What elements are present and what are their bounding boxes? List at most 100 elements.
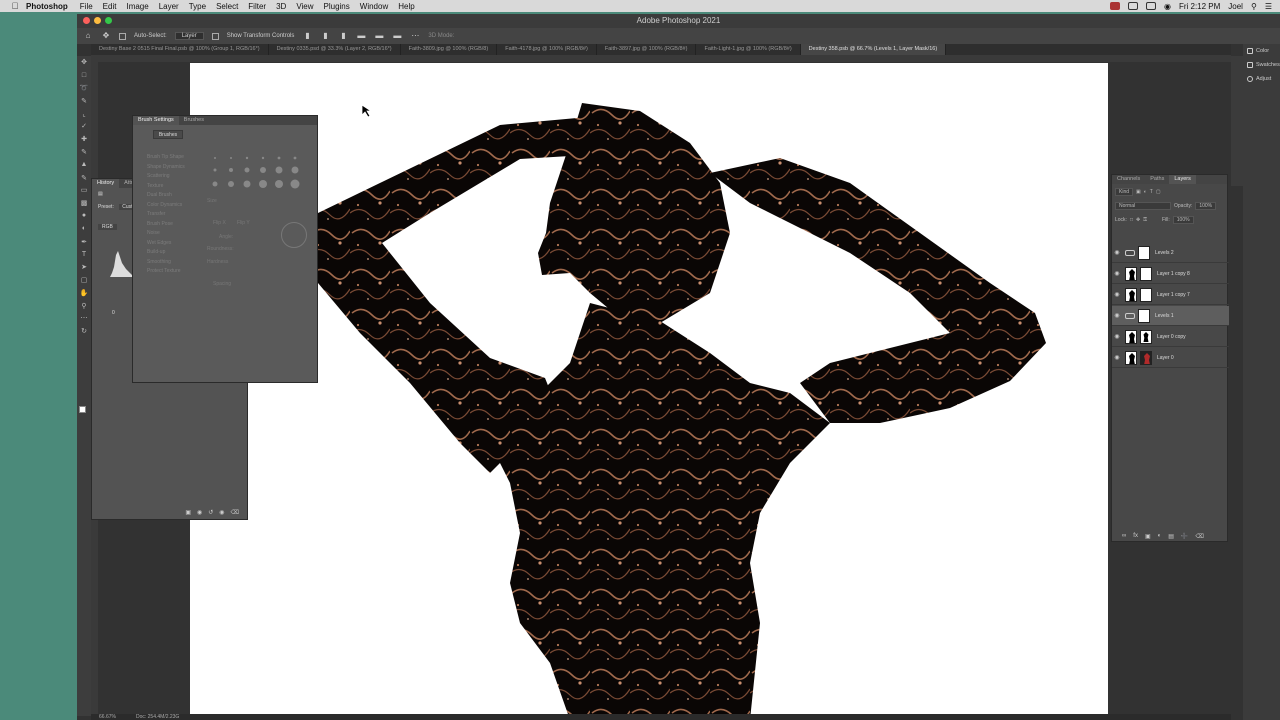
lock-all-icon[interactable]: ⚿ (1143, 217, 1147, 223)
filter-shape-icon[interactable]: ▢ (1156, 189, 1161, 195)
align-bottom-icon[interactable]: ▬ (392, 32, 402, 40)
layer-row[interactable]: ◉ Layer 1 copy 8 (1112, 264, 1229, 284)
menu-layer[interactable]: Layer (159, 2, 179, 11)
brush-option[interactable]: Brush Pose (147, 221, 199, 231)
brush-option[interactable]: Build-up (147, 249, 199, 259)
fx-icon[interactable]: fx (1133, 533, 1138, 539)
foreground-color[interactable] (79, 406, 86, 413)
menu-plugins[interactable]: Plugins (324, 2, 350, 11)
menu-help[interactable]: Help (398, 2, 414, 11)
user-name[interactable]: Joel (1228, 2, 1243, 11)
app-menu-photoshop[interactable]: Photoshop (26, 2, 68, 11)
dock-item-adjustments[interactable]: Adjust (1243, 72, 1280, 86)
pen-tool-icon[interactable]: ✒ (77, 235, 91, 248)
visibility-eye-icon[interactable]: ◉ (1112, 333, 1122, 340)
layer-name[interactable]: Levels 2 (1155, 250, 1174, 256)
reset-icon[interactable]: ↺ (208, 509, 213, 516)
clip-icon[interactable]: ▣ (185, 509, 191, 516)
flip-x-checkbox[interactable]: Flip X (213, 220, 226, 226)
layer-name[interactable]: Layer 0 copy (1157, 334, 1186, 340)
layer-mask-thumbnail[interactable] (1140, 329, 1152, 344)
hand-tool-icon[interactable]: ✋ (77, 286, 91, 299)
zoom-tool-icon[interactable]: ⚲ (77, 299, 91, 312)
record-icon[interactable] (1109, 2, 1120, 10)
menu-edit[interactable]: Edit (103, 2, 117, 11)
home-icon[interactable]: ⌂ (83, 32, 93, 40)
align-left-icon[interactable]: ▮ (302, 32, 312, 40)
layer-name[interactable]: Levels 1 (1155, 313, 1174, 319)
link-layers-icon[interactable]: ∞ (1122, 533, 1126, 539)
eraser-tool-icon[interactable]: ▭ (77, 184, 91, 197)
battery-icon[interactable] (1145, 2, 1156, 10)
opacity-input[interactable]: 100% (1195, 202, 1217, 210)
tab-layers[interactable]: Layers (1169, 175, 1196, 184)
edit-toolbar-icon[interactable]: ⋯ (77, 312, 91, 325)
path-select-icon[interactable]: ➤ (77, 261, 91, 274)
history-brush-icon[interactable]: ✎ (77, 171, 91, 184)
filter-pixel-icon[interactable]: ▣ (1136, 189, 1141, 195)
menu-file[interactable]: File (80, 2, 93, 11)
lock-pixels-icon[interactable]: □ (1130, 217, 1133, 223)
layer-thumbnail[interactable] (1125, 287, 1137, 302)
layer-mask-thumbnail[interactable] (1140, 287, 1152, 302)
fill-input[interactable]: 100% (1172, 216, 1194, 224)
kind-filter-dropdown[interactable]: Kind (1115, 188, 1134, 196)
blur-tool-icon[interactable]: ● (77, 210, 91, 223)
filter-adjust-icon[interactable]: ◐ (1144, 189, 1147, 195)
show-transform-checkbox[interactable] (211, 32, 219, 40)
brushes-button[interactable]: Brushes (153, 130, 183, 139)
doc-tab[interactable]: Faith-Light-1.jpg @ 100% (RGB/8#) (696, 44, 801, 55)
doc-tab[interactable]: Faith-4178.jpg @ 100% (RGB/8#) (497, 44, 597, 55)
type-tool-icon[interactable]: T (77, 248, 91, 261)
dock-item-swatches[interactable]: Swatches (1243, 58, 1280, 72)
brush-option[interactable]: Scattering (147, 173, 199, 183)
dodge-tool-icon[interactable]: ◐ (77, 222, 91, 235)
layer-thumbnail[interactable] (1125, 350, 1137, 365)
align-center-icon[interactable]: ▮ (320, 32, 330, 40)
display-icon[interactable] (1127, 2, 1138, 10)
layer-row[interactable]: ◉ Levels 2 (1112, 243, 1229, 263)
layer-row[interactable]: ◉ Layer 0 (1112, 348, 1229, 368)
zoom-readout[interactable]: 66.67% (99, 714, 116, 720)
layer-name[interactable]: Layer 1 copy 7 (1157, 292, 1190, 298)
move-tool-icon[interactable]: ✥ (77, 56, 91, 69)
doc-tab[interactable]: Faith-3897.jpg @ 100% (RGB/8#) (597, 44, 697, 55)
auto-select-checkbox[interactable] (119, 32, 126, 40)
more-options-icon[interactable]: ⋯ (410, 32, 420, 40)
layer-row[interactable]: ◉ Layer 0 copy (1112, 327, 1229, 347)
channel-dropdown[interactable]: RGB (98, 224, 117, 230)
brush-option[interactable]: Wet Edges (147, 240, 199, 250)
lasso-tool-icon[interactable]: ➰ (77, 82, 91, 95)
notification-icon[interactable]: ☰ (1265, 2, 1272, 11)
doc-tab[interactable]: Destiny 0335.psd @ 33.3% (Layer 2, RGB/1… (269, 44, 401, 55)
brush-angle-preview[interactable] (281, 222, 307, 248)
brush-option[interactable]: Protect Texture (147, 268, 199, 278)
layer-row-selected[interactable]: ◉ Levels 1 (1112, 306, 1229, 326)
visibility-eye-icon[interactable]: ◉ (1112, 249, 1122, 256)
menu-image[interactable]: Image (126, 2, 148, 11)
auto-select-dropdown[interactable]: Layer (174, 32, 204, 40)
brush-option[interactable]: Transfer (147, 211, 199, 221)
add-mask-icon[interactable]: ▣ (1145, 533, 1151, 540)
tab-brushes[interactable]: Brushes (179, 116, 209, 125)
visibility-eye-icon[interactable]: ◉ (1112, 270, 1122, 277)
brush-option[interactable]: Shape Dynamics (147, 164, 199, 174)
wifi-icon[interactable]: ◉ (1164, 2, 1171, 11)
visibility-eye-icon[interactable]: ◉ (1112, 354, 1122, 361)
flip-y-checkbox[interactable]: Flip Y (237, 220, 250, 226)
layer-thumbnail-alt[interactable] (1140, 350, 1152, 365)
new-layer-icon[interactable]: ➕ (1181, 533, 1188, 540)
input-value[interactable]: 0 (106, 310, 115, 320)
menu-view[interactable]: View (296, 2, 313, 11)
apple-icon[interactable]:  (8, 1, 22, 11)
marquee-tool-icon[interactable]: □ (77, 69, 91, 82)
tab-channels[interactable]: Channels (1112, 175, 1145, 184)
doc-tab[interactable]: Destiny Base 2 0515 Final Final.psb @ 10… (91, 44, 269, 55)
visibility-icon[interactable]: ◉ (219, 509, 224, 516)
document-canvas[interactable] (190, 63, 1108, 720)
brush-option[interactable]: Texture (147, 183, 199, 193)
dock-item-color[interactable]: Color (1243, 44, 1280, 58)
brush-option[interactable]: Noise (147, 230, 199, 240)
minimize-icon[interactable] (94, 17, 101, 24)
crop-tool-icon[interactable]: ⌞ (77, 107, 91, 120)
